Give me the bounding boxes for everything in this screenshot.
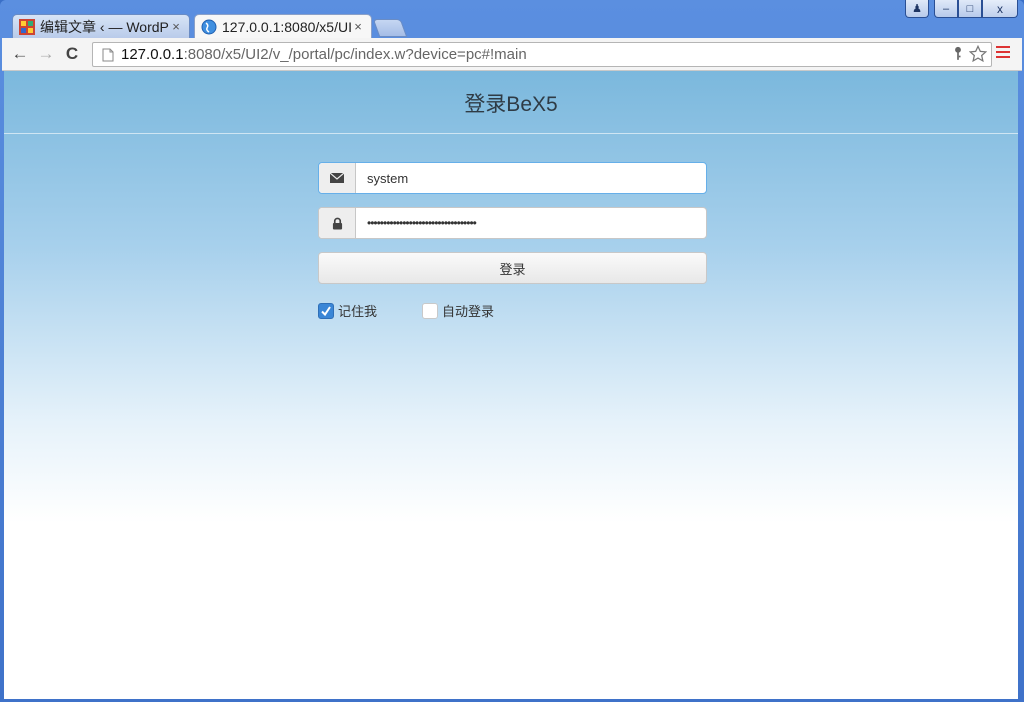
username-group bbox=[318, 162, 707, 194]
tab-strip: 编辑文章 ‹ — WordPress × 127.0.0.1:8080/x5/U… bbox=[0, 0, 1024, 38]
reload-icon[interactable]: C bbox=[62, 44, 82, 64]
remember-me-label: 记住我 bbox=[338, 304, 378, 319]
page-title: 登录BeX5 bbox=[464, 93, 558, 116]
maximize-button[interactable]: □ bbox=[958, 0, 982, 18]
login-page: 登录BeX5 system ••••••••••••••••••••••••••… bbox=[4, 71, 1018, 699]
username-input[interactable] bbox=[356, 163, 706, 193]
browser-toolbar: ← → C 127.0.0.1:8080/x5/UI2/v_/portal/pc… bbox=[2, 38, 1022, 71]
wordpress-grid-icon bbox=[19, 18, 35, 35]
url-host: 127.0.0.1 bbox=[121, 46, 184, 63]
tab-close-icon[interactable]: × bbox=[169, 19, 183, 34]
checkmark-icon bbox=[321, 305, 331, 316]
url-path: :8080/x5/UI2/v_/portal/pc/index.w?device… bbox=[183, 46, 527, 63]
star-icon[interactable] bbox=[969, 45, 987, 63]
profile-icon[interactable]: ♟ bbox=[905, 0, 929, 18]
tab-close-icon[interactable]: × bbox=[351, 19, 365, 34]
page-header: 登录BeX5 bbox=[4, 71, 1018, 134]
login-form: 登录 记住我 自动登录 bbox=[318, 162, 707, 323]
login-options: 记住我 自动登录 bbox=[318, 301, 707, 323]
login-button[interactable]: 登录 bbox=[318, 252, 707, 284]
password-input[interactable] bbox=[356, 208, 706, 238]
menu-icon[interactable] bbox=[996, 46, 1010, 61]
auto-login-label: 自动登录 bbox=[442, 304, 495, 319]
tab-local-app[interactable]: 127.0.0.1:8080/x5/UI2 × bbox=[194, 14, 372, 38]
forward-arrow-icon[interactable]: → bbox=[36, 44, 56, 64]
password-group bbox=[318, 207, 707, 239]
auto-login-option[interactable]: 自动登录 bbox=[422, 301, 494, 320]
lock-icon bbox=[319, 208, 356, 238]
page-icon bbox=[102, 48, 114, 61]
back-arrow-icon[interactable]: ← bbox=[10, 44, 30, 64]
remember-me-option[interactable]: 记住我 bbox=[318, 301, 377, 320]
key-icon[interactable] bbox=[953, 45, 963, 63]
tab-title: 编辑文章 ‹ — WordPress bbox=[40, 18, 169, 35]
new-tab-button[interactable] bbox=[372, 19, 408, 37]
remember-me-checkbox[interactable] bbox=[318, 302, 334, 319]
browser-window: 编辑文章 ‹ — WordPress × 127.0.0.1:8080/x5/U… bbox=[0, 0, 1024, 702]
address-bar[interactable]: 127.0.0.1:8080/x5/UI2/v_/portal/pc/index… bbox=[92, 42, 992, 67]
envelope-icon bbox=[319, 163, 356, 193]
globe-icon bbox=[201, 19, 217, 34]
tab-wordpress[interactable]: 编辑文章 ‹ — WordPress × bbox=[12, 14, 190, 38]
close-window-button[interactable]: x bbox=[982, 0, 1018, 18]
auto-login-checkbox[interactable] bbox=[422, 302, 438, 319]
minimize-button[interactable]: – bbox=[934, 0, 958, 18]
tab-title: 127.0.0.1:8080/x5/UI2 bbox=[222, 18, 351, 35]
